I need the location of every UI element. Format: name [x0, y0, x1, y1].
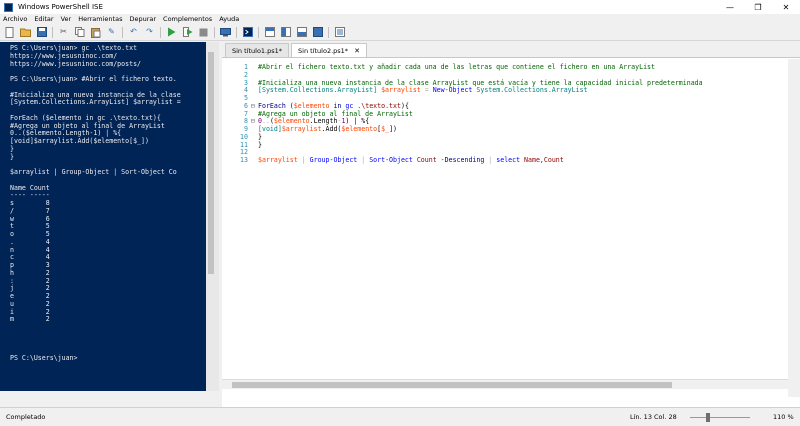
toolbar-separator	[214, 26, 215, 38]
code-token: -Descending	[440, 156, 485, 164]
toolbar-separator	[122, 26, 123, 38]
stop-icon[interactable]	[198, 27, 209, 38]
code-token: System.Collections.ArrayList	[472, 86, 588, 95]
code-token: Name,Count	[520, 156, 564, 164]
code-token: #Abrir el fichero texto.txt y añadir cad…	[258, 63, 655, 71]
save-icon[interactable]	[36, 27, 47, 38]
line-number-gutter: 1 2 3 4 5 6 7 8 9 10 11 12 13	[222, 59, 250, 389]
script-tabs: Sin título1.ps1* Sin título2.ps1* ✕	[222, 42, 800, 58]
tab-sin-titulo2[interactable]: Sin título2.ps1* ✕	[291, 43, 367, 57]
code-token: $arraylist	[381, 86, 421, 95]
code-token: =	[420, 86, 433, 95]
code-line[interactable]: }	[258, 141, 262, 149]
toolbar-separator	[52, 26, 53, 38]
menu-ver[interactable]: Ver	[61, 15, 72, 23]
layout-top-icon[interactable]	[296, 27, 307, 38]
run-selection-icon[interactable]	[182, 27, 193, 38]
code-token: |	[297, 156, 310, 164]
remote-icon[interactable]	[220, 27, 231, 38]
powershell-ise-window: Windows PowerShell ISE — ❐ ✕ Archivo Edi…	[0, 0, 800, 426]
code-token: |	[484, 156, 497, 164]
toolbar: ✂ ✎ ↶ ↷	[0, 24, 800, 41]
toolbar-separator	[236, 26, 237, 38]
show-commands-icon[interactable]	[334, 27, 345, 38]
toolbar-separator	[258, 26, 259, 38]
zoom-slider-thumb[interactable]	[706, 413, 710, 422]
code-token: Count	[412, 156, 441, 164]
layout-side-icon[interactable]	[280, 27, 291, 38]
powershell-app-icon	[4, 2, 13, 12]
paste-icon[interactable]	[90, 27, 101, 38]
show-script-icon[interactable]	[264, 27, 275, 38]
copy-icon[interactable]	[74, 27, 85, 38]
editor-vertical-scrollbar[interactable]	[788, 59, 800, 397]
code-token: $arraylist	[281, 125, 322, 133]
code-token: New-Object	[432, 86, 473, 95]
menu-editar[interactable]: Editar	[34, 15, 53, 23]
editor-horizontal-scrollbar[interactable]	[222, 379, 788, 389]
editor-horizontal-scrollbar-thumb[interactable]	[232, 382, 672, 388]
layout-max-icon[interactable]	[312, 27, 323, 38]
undo-icon[interactable]: ↶	[128, 27, 139, 38]
code-token: |	[357, 156, 370, 164]
toolbar-separator	[160, 26, 161, 38]
window-title: Windows PowerShell ISE	[18, 3, 103, 11]
new-file-icon[interactable]	[4, 26, 15, 38]
status-text: Completado	[6, 413, 46, 421]
code-token: [System.Collections.ArrayList]	[258, 86, 378, 95]
code-token: Group-Object	[309, 156, 358, 164]
code-line[interactable]: [void]$arraylist.Add($elemento[$_])	[258, 125, 397, 133]
code-line[interactable]: [System.Collections.ArrayList] $arraylis…	[258, 86, 588, 94]
redo-icon[interactable]: ↷	[144, 27, 155, 38]
script-editor: Sin título1.ps1* Sin título2.ps1* ✕ 1234…	[222, 42, 800, 407]
tab-sin-titulo1[interactable]: Sin título1.ps1*	[225, 43, 290, 57]
maximize-button[interactable]: ❐	[744, 0, 772, 14]
cursor-position: Lín. 13 Col. 28	[630, 413, 677, 421]
code-editor[interactable]: 1 2 3 4 5 6 7 8 9 10 11 12 13 ⊟ ⊟ #Abrir el fichero te…	[222, 59, 788, 389]
console-scrollbar[interactable]	[206, 42, 216, 391]
zoom-slider-track[interactable]	[690, 417, 750, 418]
menu-bar: Archivo Editar Ver Herramientas Depurar …	[0, 14, 800, 24]
window-controls: — ❐ ✕	[716, 0, 800, 14]
console-output[interactable]: PS C:\Users\juan> gc .\texto.txt https:/…	[0, 42, 216, 363]
code-token: select	[496, 156, 521, 164]
run-icon[interactable]	[166, 27, 177, 38]
fold-toggle-icon[interactable]: ⊟	[251, 102, 255, 110]
minimize-button[interactable]: —	[716, 0, 744, 14]
console-scrollbar-thumb[interactable]	[208, 52, 214, 274]
toolbar-separator	[328, 26, 329, 38]
line-number: 13	[240, 156, 248, 164]
clear-icon[interactable]: ✎	[106, 27, 117, 38]
title-bar: Windows PowerShell ISE — ❐ ✕	[0, 0, 800, 14]
menu-depurar[interactable]: Depurar	[129, 15, 156, 23]
zoom-level: 110 %	[773, 413, 794, 421]
tab-label: Sin título2.ps1*	[298, 46, 349, 55]
code-token: .Add(	[321, 125, 342, 133]
menu-archivo[interactable]: Archivo	[3, 15, 27, 23]
close-tab-icon[interactable]: ✕	[354, 47, 360, 55]
code-token: Sort-Object	[369, 156, 413, 164]
status-bar: Completado Lín. 13 Col. 28 110 %	[0, 407, 800, 426]
console-pane[interactable]: PS C:\Users\juan> gc .\texto.txt https:/…	[0, 42, 219, 391]
fold-toggle-icon[interactable]: ⊟	[251, 117, 255, 125]
code-token: $_	[381, 125, 390, 133]
code-line[interactable]: $arraylist | Group-Object | Sort-Object …	[258, 156, 564, 164]
code-line[interactable]: #Abrir el fichero texto.txt y añadir cad…	[258, 63, 655, 71]
menu-herramientas[interactable]: Herramientas	[78, 15, 122, 23]
close-button[interactable]: ✕	[772, 0, 800, 14]
menu-complementos[interactable]: Complementos	[163, 15, 212, 23]
code-token: $elemento	[341, 125, 378, 133]
code-token: $arraylist	[258, 156, 298, 164]
code-token: ])	[389, 125, 398, 133]
cut-icon[interactable]: ✂	[58, 27, 69, 38]
code-token: }	[258, 140, 262, 149]
menu-ayuda[interactable]: Ayuda	[219, 15, 239, 23]
open-file-icon[interactable]	[20, 27, 31, 38]
tab-label: Sin título1.ps1*	[232, 46, 283, 55]
powershell-icon[interactable]	[242, 27, 253, 38]
